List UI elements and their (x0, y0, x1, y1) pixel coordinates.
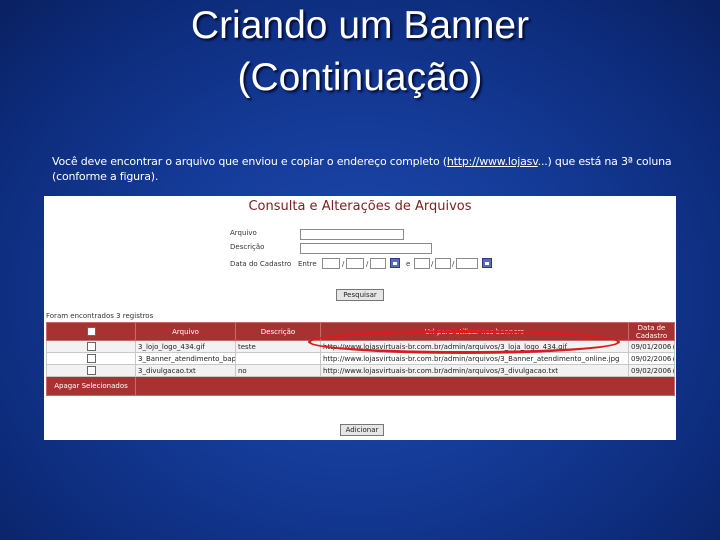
cell-data-text: 09/01/2006 (631, 342, 672, 351)
cell-url[interactable]: http://www.lojasvirtuais-br.com.br/admin… (320, 364, 629, 377)
date-end-month[interactable] (435, 258, 451, 269)
screenshot-panel: Consulta e Alterações de Arquivos Arquiv… (44, 196, 676, 440)
delete-icon[interactable]: ✕ (673, 366, 674, 375)
date-slash: / (452, 260, 455, 268)
col-arquivo: Arquivo (135, 322, 236, 341)
cell-arquivo: 3_Banner_atendimento_bapte_dimento_onlin… (135, 352, 236, 365)
pesquisar-button[interactable]: Pesquisar (336, 289, 384, 301)
row-checkbox[interactable] (86, 342, 96, 351)
table-row: 3_Banner_atendimento_bapte_dimento_onlin… (46, 352, 675, 365)
table-row: 3_divulgacao.txt no http://www.lojasvirt… (46, 364, 675, 377)
cell-data: 09/02/2006✕ (628, 364, 675, 377)
e-label: e (406, 260, 411, 268)
date-end-year[interactable] (456, 258, 478, 269)
cell-url[interactable]: http://www.lojasvirtuais-br.com.br/admin… (320, 352, 629, 365)
slide-title-line2: (Continuação) (237, 56, 483, 99)
date-end-day[interactable] (414, 258, 430, 269)
cell-arquivo: 3_divulgacao.txt (135, 364, 236, 377)
slide-title: Criando um Banner (Continuação) (0, 0, 720, 104)
highlight-oval (308, 330, 620, 354)
calendar-icon[interactable] (482, 258, 492, 268)
results-count: Foram encontrados 3 registros (46, 312, 154, 320)
delete-icon[interactable]: ✕ (673, 342, 674, 351)
cell-arquivo: 3_lojo_logo_434.gif (135, 340, 236, 353)
apagar-selecionados-button[interactable]: Apagar Selecionados (46, 376, 136, 396)
date-start-day[interactable] (322, 258, 340, 269)
delete-icon[interactable]: ✕ (673, 354, 674, 363)
date-slash: / (431, 260, 434, 268)
instruction-line2: (conforme a figura). (52, 170, 159, 183)
instruction-text: Você deve encontrar o arquivo que enviou… (52, 154, 692, 184)
row-checkbox[interactable] (86, 366, 96, 375)
data-cadastro-label: Data do Cadastro (230, 260, 292, 268)
instruction-part1: Você deve encontrar o arquivo que enviou… (52, 155, 447, 168)
adicionar-button[interactable]: Adicionar (340, 424, 384, 436)
url-link[interactable]: http://www.lojasv (447, 155, 538, 168)
select-all-header[interactable] (46, 322, 136, 341)
arquivo-input[interactable] (300, 229, 404, 240)
cell-descricao (235, 352, 321, 365)
date-start-year[interactable] (370, 258, 386, 269)
descricao-input[interactable] (300, 243, 432, 254)
descricao-label: Descrição (230, 243, 265, 251)
col-data: Data de Cadastro (628, 322, 675, 341)
date-slash: / (366, 260, 369, 268)
entre-label: Entre (298, 260, 317, 268)
select-all-checkbox[interactable] (86, 327, 96, 336)
cell-data-text: 09/02/2006 (631, 354, 672, 363)
cell-descricao: no (235, 364, 321, 377)
row-checkbox[interactable] (86, 354, 96, 363)
cell-data-text: 09/02/2006 (631, 366, 672, 375)
instruction-part2: ...) que está na 3ª coluna (537, 155, 672, 168)
col-descricao: Descrição (235, 322, 321, 341)
arquivo-label: Arquivo (230, 229, 257, 237)
page-title: Consulta e Alterações de Arquivos (248, 199, 472, 214)
cell-data: 09/01/2006✕ (628, 340, 675, 353)
calendar-icon[interactable] (390, 258, 400, 268)
cell-data: 09/02/2006✕ (628, 352, 675, 365)
slide-title-line1: Criando um Banner (190, 4, 530, 47)
date-slash: / (342, 260, 345, 268)
table-footer: Apagar Selecionados (46, 376, 675, 396)
date-start-month[interactable] (346, 258, 364, 269)
